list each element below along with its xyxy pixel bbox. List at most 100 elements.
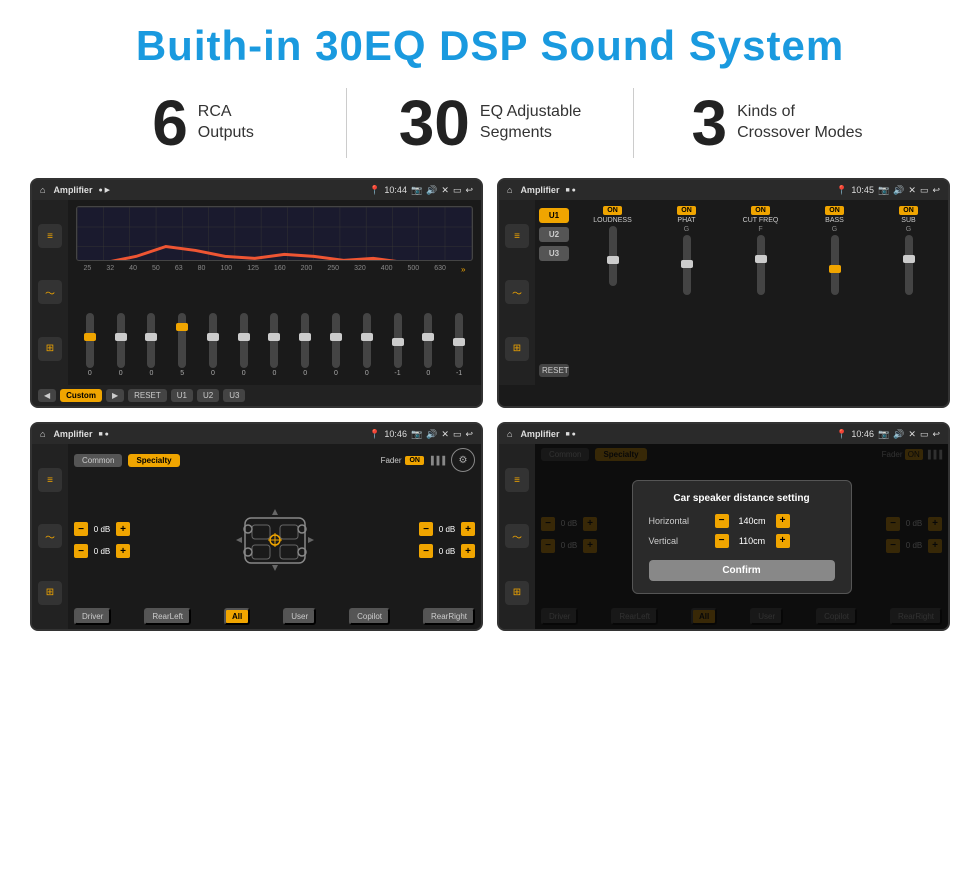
topbar-icons-4: 📍 10:46 📷 🔊 ✕ ▭ ↩ bbox=[836, 429, 940, 440]
ch-slider-phat[interactable] bbox=[683, 235, 691, 295]
eq-tune-btn[interactable]: ≡ bbox=[38, 224, 62, 248]
user-btn[interactable]: User bbox=[283, 608, 316, 625]
preset-u3[interactable]: U3 bbox=[539, 246, 569, 261]
vertical-minus[interactable]: − bbox=[715, 534, 729, 548]
dialog-box: Car speaker distance setting Horizontal … bbox=[632, 480, 852, 594]
eq-play-btn[interactable]: ▶ bbox=[106, 389, 124, 402]
vol-col-right: − 0 dB + − 0 dB + bbox=[419, 522, 475, 558]
vol-rl-minus[interactable]: − bbox=[74, 544, 88, 558]
fader-label: Fader bbox=[381, 456, 402, 465]
confirm-button[interactable]: Confirm bbox=[649, 560, 835, 581]
volume-icon-4: 🔊 bbox=[893, 429, 904, 440]
home-icon-4[interactable]: ⌂ bbox=[507, 429, 512, 439]
tab-specialty[interactable]: Specialty bbox=[128, 454, 179, 467]
volume-icon-2: 🔊 bbox=[893, 185, 904, 196]
dial-wave-btn[interactable]: 〜 bbox=[505, 524, 529, 548]
spec-tune-btn[interactable]: ≡ bbox=[38, 468, 62, 492]
preset-u1[interactable]: U1 bbox=[539, 208, 569, 223]
back-icon[interactable]: ↩ bbox=[465, 185, 473, 196]
eq-freq-labels: 2532405063 80100125160200 25032040050063… bbox=[76, 265, 473, 274]
dial-vol-btn[interactable]: ⊞ bbox=[505, 581, 529, 605]
ch-slider-cutfreq[interactable] bbox=[757, 235, 765, 295]
vol-row-fr: − 0 dB + bbox=[419, 522, 475, 536]
topbar-dots: ● ▶ bbox=[98, 186, 110, 194]
preset-u2[interactable]: U2 bbox=[539, 227, 569, 242]
topbar-title-4: Amplifier bbox=[520, 429, 559, 439]
dialog-horizontal-label: Horizontal bbox=[649, 516, 709, 526]
dial-tune-btn[interactable]: ≡ bbox=[505, 468, 529, 492]
ch-label-bass: BASS bbox=[825, 217, 844, 224]
eq-reset-btn[interactable]: RESET bbox=[128, 389, 167, 402]
rearright-btn[interactable]: RearRight bbox=[423, 608, 475, 625]
horizontal-minus[interactable]: − bbox=[715, 514, 729, 528]
dialog-screen-card: ⌂ Amplifier ■ ● 📍 10:46 📷 🔊 ✕ ▭ ↩ ≡ 〜 ⊞ bbox=[497, 422, 950, 631]
eq-main-area: 2532405063 80100125160200 25032040050063… bbox=[68, 200, 481, 385]
settings-icon[interactable]: ⚙ bbox=[451, 448, 475, 472]
amp-vol-btn[interactable]: ⊞ bbox=[505, 337, 529, 361]
amp-channels-area: ON LOUDNESS ON PHAT G bbox=[573, 200, 948, 385]
ch-label-sub: SUB bbox=[901, 217, 915, 224]
all-btn[interactable]: All bbox=[224, 608, 250, 625]
vol-row-fl: − 0 dB + bbox=[74, 522, 130, 536]
eq-slider-11: 0 bbox=[424, 313, 432, 377]
x-icon-3: ✕ bbox=[441, 429, 449, 440]
back-icon-3[interactable]: ↩ bbox=[465, 429, 473, 440]
fader-slider[interactable]: ▐▐▐ bbox=[428, 456, 445, 465]
topbar-4: ⌂ Amplifier ■ ● 📍 10:46 📷 🔊 ✕ ▭ ↩ bbox=[499, 424, 948, 444]
home-icon-3[interactable]: ⌂ bbox=[40, 429, 45, 439]
ch-toggle-loudness[interactable]: ON bbox=[603, 206, 622, 215]
eq-prev-btn[interactable]: ◀ bbox=[38, 389, 56, 402]
amp-presets: U1 U2 U3 RESET bbox=[535, 200, 573, 385]
volume-icon: 🔊 bbox=[426, 185, 437, 196]
amp-main-area: U1 U2 U3 RESET ON LOUDNESS bbox=[535, 200, 948, 385]
eq-left-controls: ≡ 〜 ⊞ bbox=[32, 200, 68, 385]
eq-vol-btn[interactable]: ⊞ bbox=[38, 337, 62, 361]
topbar-dots-2: ■ ● bbox=[565, 187, 575, 194]
camera-icon-3: 📷 bbox=[411, 429, 422, 440]
tab-common[interactable]: Common bbox=[74, 454, 122, 467]
driver-btn[interactable]: Driver bbox=[74, 608, 111, 625]
ch-toggle-phat[interactable]: ON bbox=[677, 206, 696, 215]
screens-grid: ⌂ Amplifier ● ▶ 📍 10:44 📷 🔊 ✕ ▭ ↩ ≡ 〜 ⊞ bbox=[0, 178, 980, 651]
ch-toggle-bass[interactable]: ON bbox=[825, 206, 844, 215]
ch-slider-loudness[interactable] bbox=[609, 226, 617, 286]
ch-slider-sub[interactable] bbox=[905, 235, 913, 295]
vol-fl-minus[interactable]: − bbox=[74, 522, 88, 536]
x-icon-4: ✕ bbox=[908, 429, 916, 440]
rearleft-btn[interactable]: RearLeft bbox=[144, 608, 191, 625]
vol-fr-plus[interactable]: + bbox=[461, 522, 475, 536]
vertical-plus[interactable]: + bbox=[776, 534, 790, 548]
horizontal-value: 140cm bbox=[735, 516, 770, 526]
eq-u1-btn[interactable]: U1 bbox=[171, 389, 193, 402]
eq-screen-card: ⌂ Amplifier ● ▶ 📍 10:44 📷 🔊 ✕ ▭ ↩ ≡ 〜 ⊞ bbox=[30, 178, 483, 408]
vol-rl-val: 0 dB bbox=[91, 547, 113, 556]
copilot-btn[interactable]: Copilot bbox=[349, 608, 390, 625]
vol-fl-plus[interactable]: + bbox=[116, 522, 130, 536]
back-icon-2[interactable]: ↩ bbox=[932, 185, 940, 196]
home-icon[interactable]: ⌂ bbox=[40, 185, 45, 195]
amp-reset-btn[interactable]: RESET bbox=[539, 364, 569, 377]
vol-rr-plus[interactable]: + bbox=[461, 544, 475, 558]
eq-custom-btn[interactable]: Custom bbox=[60, 389, 102, 402]
spec-wave-btn[interactable]: 〜 bbox=[38, 524, 62, 548]
topbar-1: ⌂ Amplifier ● ▶ 📍 10:44 📷 🔊 ✕ ▭ ↩ bbox=[32, 180, 481, 200]
vol-rr-minus[interactable]: − bbox=[419, 544, 433, 558]
amp-wave-btn[interactable]: 〜 bbox=[505, 280, 529, 304]
ch-toggle-sub[interactable]: ON bbox=[899, 206, 918, 215]
fader-on-toggle[interactable]: ON bbox=[405, 456, 424, 465]
crossover-screen-card: ⌂ Amplifier ■ ● 📍 10:45 📷 🔊 ✕ ▭ ↩ ≡ 〜 ⊞ … bbox=[497, 178, 950, 408]
channel-sub: ON SUB G bbox=[873, 206, 944, 379]
back-icon-4[interactable]: ↩ bbox=[932, 429, 940, 440]
spec-left-controls: ≡ 〜 ⊞ bbox=[32, 444, 68, 629]
ch-toggle-cutfreq[interactable]: ON bbox=[751, 206, 770, 215]
amp-tune-btn[interactable]: ≡ bbox=[505, 224, 529, 248]
eq-u2-btn[interactable]: U2 bbox=[197, 389, 219, 402]
horizontal-plus[interactable]: + bbox=[776, 514, 790, 528]
eq-u3-btn[interactable]: U3 bbox=[223, 389, 245, 402]
vol-rl-plus[interactable]: + bbox=[116, 544, 130, 558]
vol-fr-minus[interactable]: − bbox=[419, 522, 433, 536]
ch-slider-bass[interactable] bbox=[831, 235, 839, 295]
eq-wave-btn[interactable]: 〜 bbox=[38, 280, 62, 304]
spec-vol-btn[interactable]: ⊞ bbox=[38, 581, 62, 605]
home-icon-2[interactable]: ⌂ bbox=[507, 185, 512, 195]
